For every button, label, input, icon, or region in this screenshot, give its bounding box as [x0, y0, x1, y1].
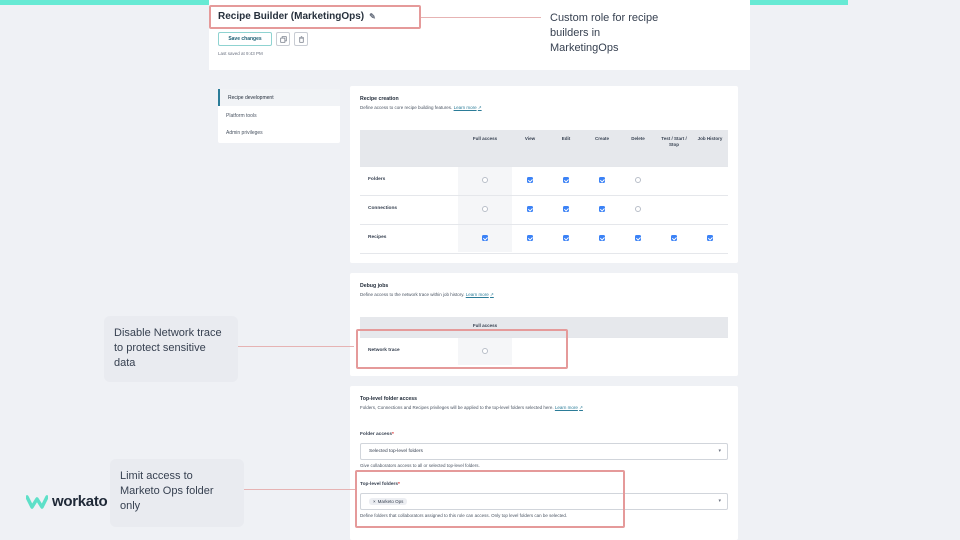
checkbox-checked[interactable]: [671, 235, 677, 241]
column-header: Delete: [631, 136, 645, 141]
checkbox-unchecked[interactable]: [482, 177, 488, 183]
permissions-sidebar: Recipe development Platform tools Admin …: [218, 89, 340, 143]
role-callout-line: [421, 17, 541, 18]
role-title-highlight: [209, 5, 421, 29]
workato-logo: workato: [26, 493, 108, 510]
folder-callout-line: [244, 489, 355, 490]
network-trace-highlight: [356, 329, 568, 369]
sidebar-item-platform-tools[interactable]: Platform tools: [218, 107, 340, 124]
checkbox-unchecked[interactable]: [482, 206, 488, 212]
checkbox-checked[interactable]: [599, 206, 605, 212]
checkbox-unchecked[interactable]: [635, 177, 641, 183]
checkbox-checked[interactable]: [527, 177, 533, 183]
column-header: Job History: [697, 136, 723, 141]
column-header: Edit: [561, 136, 571, 141]
table-bottom-border: [360, 253, 728, 254]
external-link-icon: ↗: [477, 105, 482, 110]
folder-access-title: Top-level folder access: [360, 396, 417, 402]
folder-access-hint: Give collaborators access to all or sele…: [360, 463, 480, 468]
learn-more-link[interactable]: Learn more: [555, 405, 578, 410]
save-changes-button[interactable]: Save changes: [218, 32, 272, 46]
folder-access-label: Folder access*: [360, 432, 394, 437]
recipe-creation-desc: Define access to core recipe building fe…: [360, 105, 482, 110]
checkbox-unchecked[interactable]: [635, 206, 641, 212]
external-link-icon: ↗: [579, 405, 583, 410]
recipe-creation-title: Recipe creation: [360, 96, 399, 102]
external-link-icon: ↗: [490, 292, 494, 297]
trash-icon[interactable]: [294, 32, 308, 46]
table-row: [360, 166, 728, 195]
network-callout: Disable Network trace to protect sensiti…: [104, 316, 238, 382]
table-row: [360, 195, 728, 224]
copy-icon[interactable]: [276, 32, 290, 46]
chevron-down-icon: ▾: [718, 448, 721, 454]
column-header: Create: [594, 136, 609, 141]
column-header: View: [524, 136, 536, 141]
sidebar-item-admin-privileges[interactable]: Admin privileges: [218, 124, 340, 141]
folder-callout-text: Limit access to Marketo Ops folder only: [120, 470, 214, 512]
checkbox-checked[interactable]: [599, 177, 605, 183]
role-callout-text: Custom role for recipe builders in Marke…: [550, 12, 659, 54]
checkbox-checked[interactable]: [563, 177, 569, 183]
learn-more-link[interactable]: Learn more: [466, 292, 489, 297]
chevron-down-icon: ▾: [718, 498, 721, 504]
learn-more-link[interactable]: Learn more: [454, 105, 477, 110]
column-header: Test / Start / Stop: [661, 136, 687, 147]
row-label: Folders: [368, 177, 386, 182]
checkbox-checked[interactable]: [563, 206, 569, 212]
checkbox-checked[interactable]: [563, 235, 569, 241]
checkbox-checked[interactable]: [635, 235, 641, 241]
checkbox-checked[interactable]: [527, 235, 533, 241]
folder-callout: Limit access to Marketo Ops folder only: [110, 459, 244, 527]
workato-logo-icon: [26, 494, 48, 509]
recipe-creation-panel: Recipe creation Define access to core re…: [350, 86, 738, 263]
sidebar-item-recipe-development[interactable]: Recipe development: [218, 89, 340, 106]
row-label: Recipes: [368, 235, 387, 240]
folder-access-desc: Folders, Connections and Recipes privile…: [360, 405, 583, 410]
checkbox-checked[interactable]: [707, 235, 713, 241]
debug-jobs-desc: Define access to the network trace withi…: [360, 292, 494, 297]
debug-jobs-title: Debug jobs: [360, 283, 389, 289]
checkbox-checked[interactable]: [482, 235, 488, 241]
brand-name: workato: [52, 493, 108, 510]
checkbox-checked[interactable]: [527, 206, 533, 212]
folders-highlight: [355, 470, 625, 528]
folder-access-select[interactable]: Selected top-level folders ▾: [360, 443, 728, 460]
network-callout-line: [238, 346, 354, 347]
column-header: Full access: [472, 136, 498, 141]
last-saved-text: Last saved at 9:43 PM: [218, 51, 263, 56]
network-callout-text: Disable Network trace to protect sensiti…: [114, 327, 222, 369]
row-label: Connections: [368, 206, 398, 211]
checkbox-checked[interactable]: [599, 235, 605, 241]
